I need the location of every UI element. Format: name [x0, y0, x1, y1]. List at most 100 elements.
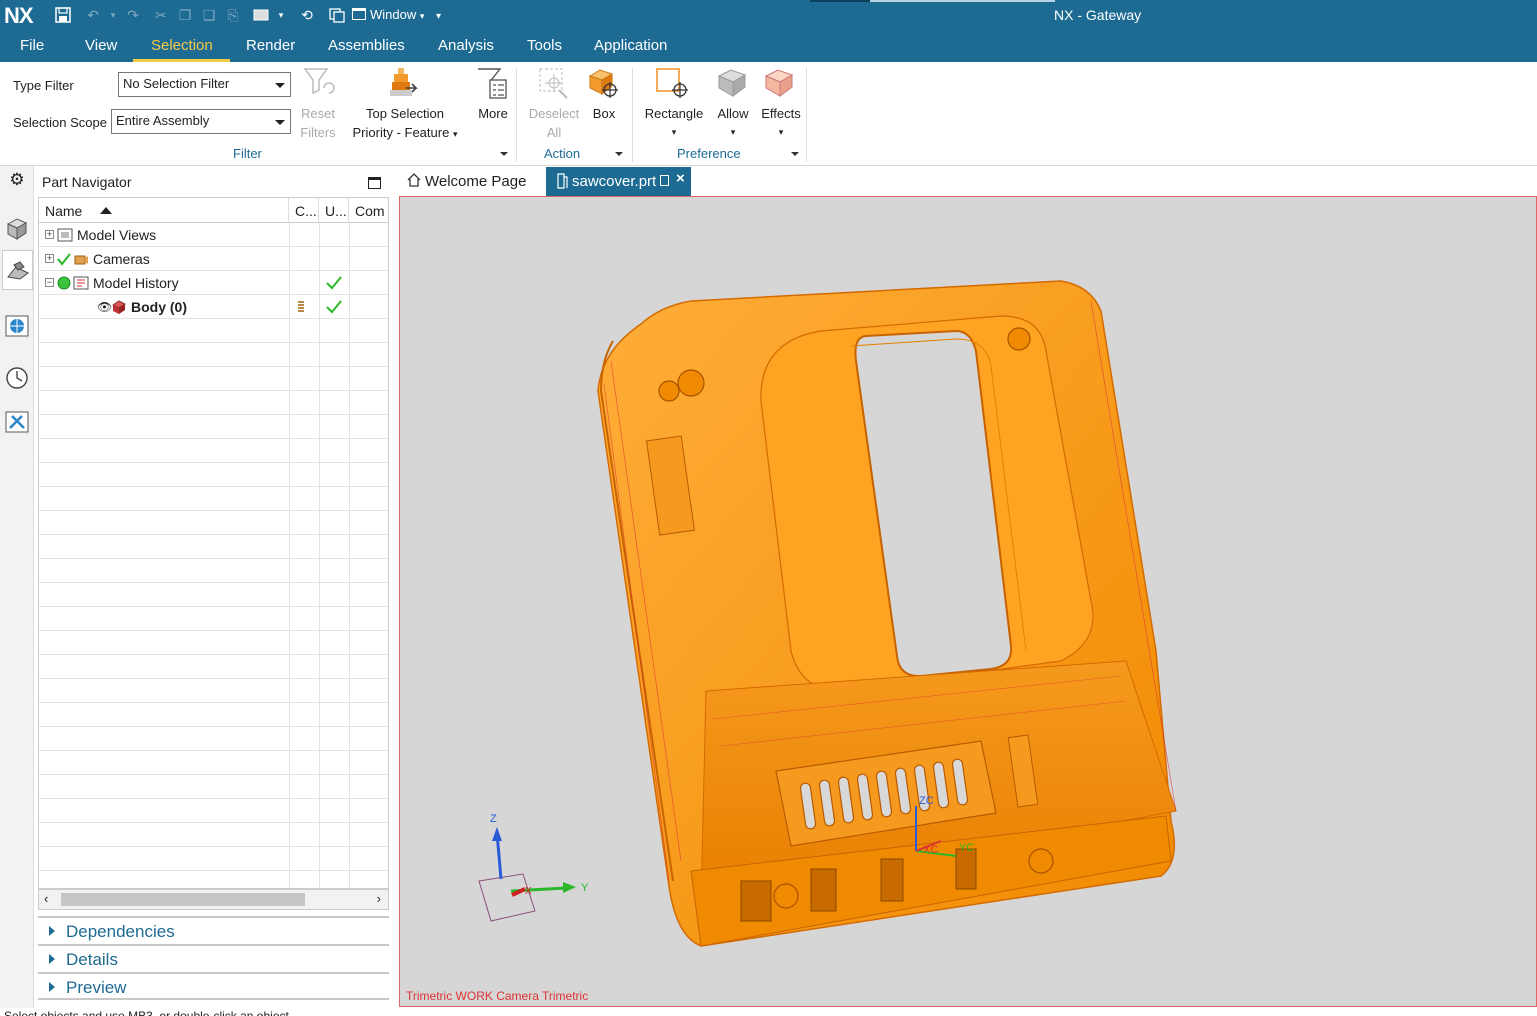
- column-header-name[interactable]: Name: [39, 198, 289, 223]
- roles-tools-icon[interactable]: [5, 410, 29, 434]
- top-selection-priority-button[interactable]: Top Selection Priority - Feature ▾: [344, 104, 466, 144]
- expand-icon[interactable]: +: [45, 230, 54, 239]
- web-browser-icon[interactable]: [5, 314, 29, 338]
- navigator-row-label: Model History: [93, 275, 179, 291]
- nx-logo: NX: [4, 3, 34, 28]
- effects-label: Effects: [761, 106, 801, 121]
- navigator-empty-row: [39, 703, 388, 727]
- menu-selection[interactable]: Selection: [151, 37, 213, 54]
- tab-sawcover-label: sawcover.prt: [572, 173, 657, 190]
- top-selection-label-2: Priority - Feature: [352, 125, 450, 140]
- eye-icon[interactable]: 👁: [97, 300, 112, 314]
- column-header-uptodate[interactable]: U...: [319, 198, 349, 223]
- menu-analysis[interactable]: Analysis: [438, 37, 494, 54]
- navigator-empty-row: [39, 415, 388, 439]
- customize-quick-access-icon[interactable]: ▾: [436, 11, 441, 22]
- reset-filters-button[interactable]: Reset Filters: [298, 104, 338, 142]
- cut-icon[interactable]: ✂: [152, 6, 170, 24]
- undo-icon[interactable]: ↶: [84, 6, 102, 24]
- action-group-expand-icon[interactable]: [615, 152, 623, 156]
- preview-panel[interactable]: Preview: [38, 972, 389, 1000]
- expand-icon[interactable]: +: [45, 254, 54, 263]
- dependencies-label: Dependencies: [66, 922, 175, 941]
- navigator-row-label: Cameras: [93, 251, 150, 267]
- sawcover-part-model[interactable]: ZC YC XC Z Y X: [400, 197, 1536, 1006]
- menu-render[interactable]: Render: [246, 37, 295, 54]
- column-header-current[interactable]: C...: [289, 198, 319, 223]
- effects-button[interactable]: Effects ▾: [758, 104, 804, 142]
- filter-group-expand-icon[interactable]: [500, 152, 508, 156]
- settings-gear-icon[interactable]: ⚙: [5, 170, 29, 194]
- current-feature-icon: [297, 301, 305, 313]
- sort-ascending-icon: [100, 207, 113, 214]
- triad-y-label: Y: [581, 882, 589, 894]
- window-menu[interactable]: Window ▾ ▾: [352, 7, 441, 22]
- horizontal-scrollbar[interactable]: ‹ ›: [38, 889, 389, 910]
- navigator-empty-row: [39, 679, 388, 703]
- selection-scope-select[interactable]: Entire Assembly: [111, 109, 291, 134]
- details-panel[interactable]: Details: [38, 944, 389, 972]
- close-icon[interactable]: ×: [676, 170, 685, 187]
- undo-dropdown-icon[interactable]: ▾: [104, 6, 122, 24]
- collapse-icon[interactable]: −: [45, 278, 54, 287]
- display-mode-icon[interactable]: [252, 6, 270, 24]
- navigator-empty-row: [39, 775, 388, 799]
- view-triad[interactable]: [478, 827, 576, 922]
- tab-welcome-page[interactable]: Welcome Page: [399, 167, 539, 196]
- navigator-row[interactable]: + Cameras: [39, 247, 388, 271]
- column-header-comment[interactable]: Com: [349, 198, 388, 223]
- model-history-icon: [73, 275, 89, 291]
- touch-mode-icon[interactable]: ⟲: [298, 6, 316, 24]
- part-navigator-tab[interactable]: [2, 250, 33, 290]
- navigator-empty-row: [39, 823, 388, 847]
- preference-group-expand-icon[interactable]: [791, 152, 799, 156]
- up-to-date-check-icon: [326, 276, 342, 290]
- expand-arrow-icon: [49, 982, 55, 992]
- maximize-icon[interactable]: [368, 177, 381, 189]
- tab-sawcover[interactable]: sawcover.prt ×: [546, 167, 691, 196]
- allow-button[interactable]: Allow ▾: [713, 104, 753, 142]
- navigator-row-label: Model Views: [77, 227, 157, 243]
- navigator-row[interactable]: 👁 Body (0): [39, 295, 388, 319]
- history-icon[interactable]: [5, 366, 29, 390]
- scrollbar-thumb[interactable]: [61, 893, 305, 906]
- copy-icon[interactable]: ❐: [176, 6, 194, 24]
- save-icon[interactable]: [54, 6, 72, 24]
- triad-x-label: X: [525, 886, 532, 897]
- box-button[interactable]: Box: [588, 104, 620, 123]
- navigator-empty-row: [39, 439, 388, 463]
- navigator-row[interactable]: + Model Views: [39, 223, 388, 247]
- scroll-left-icon[interactable]: ‹: [44, 891, 48, 906]
- graphics-window[interactable]: ZC YC XC Z Y X Trimetric WORK Camera Tri…: [399, 196, 1537, 1007]
- menu-file[interactable]: File: [20, 37, 44, 54]
- caret-down-icon: ▾: [778, 127, 784, 137]
- menu-assemblies[interactable]: Assemblies: [328, 37, 405, 54]
- navigator-empty-row: [39, 847, 388, 871]
- paste-icon[interactable]: ❏: [200, 6, 218, 24]
- model-views-icon: [57, 227, 73, 243]
- switch-window-icon[interactable]: [328, 6, 346, 24]
- dependencies-panel[interactable]: Dependencies: [38, 916, 389, 944]
- group-separator: [632, 68, 633, 162]
- deselect-all-label-2: All: [546, 125, 562, 140]
- deselect-all-button[interactable]: Deselect All: [526, 104, 582, 142]
- navigator-row[interactable]: − Model History: [39, 271, 388, 295]
- assembly-navigator-icon[interactable]: [5, 216, 29, 240]
- undock-icon[interactable]: [660, 175, 669, 186]
- part-navigator-icon: [6, 259, 30, 283]
- menu-tools[interactable]: Tools: [527, 37, 562, 54]
- display-mode-dropdown-icon[interactable]: ▾: [272, 6, 290, 24]
- part-navigator-title: Part Navigator: [42, 174, 132, 190]
- paste-special-icon[interactable]: ⎘: [224, 6, 242, 24]
- redo-icon[interactable]: ↷: [124, 6, 142, 24]
- more-button[interactable]: More: [472, 104, 514, 123]
- type-filter-select[interactable]: No Selection Filter: [118, 72, 291, 97]
- wcs-xc-label: XC: [923, 844, 938, 856]
- chevron-down-icon: [275, 83, 285, 88]
- title-accent-light: [870, 0, 1055, 2]
- scroll-right-icon[interactable]: ›: [377, 891, 381, 906]
- menu-view[interactable]: View: [85, 37, 117, 54]
- menu-application[interactable]: Application: [594, 37, 667, 54]
- status-bar: Select objects and use MB3, or double-cl…: [0, 1008, 1537, 1016]
- rectangle-button[interactable]: Rectangle ▾: [640, 104, 708, 142]
